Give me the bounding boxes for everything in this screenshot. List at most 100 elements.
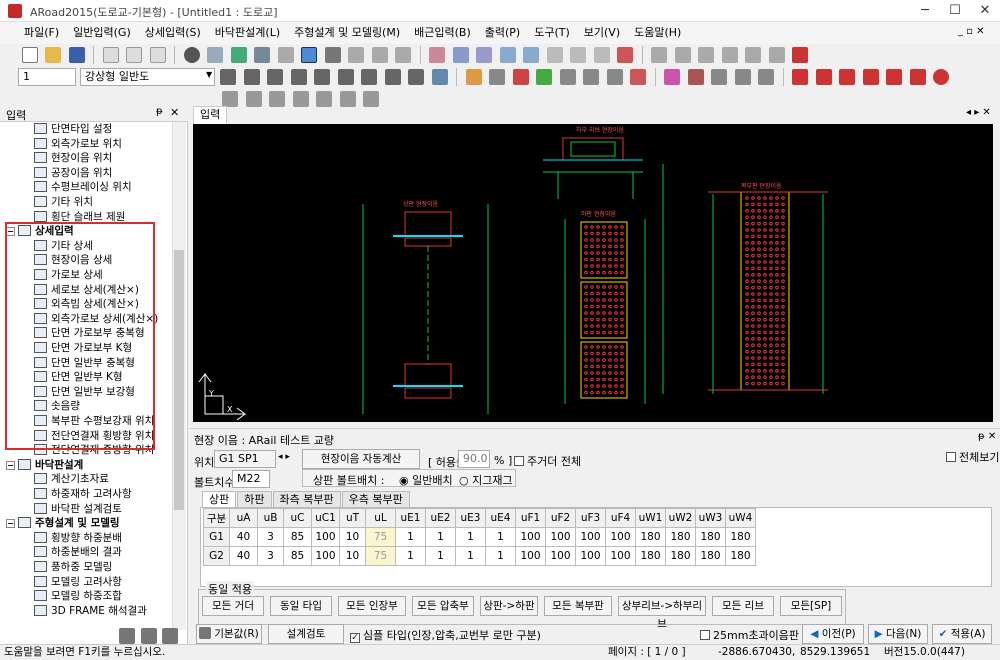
tree-item[interactable]: 하중재하 고려사항 (34, 487, 132, 502)
tab-right-web[interactable]: 우측 복부판 (341, 491, 410, 507)
menu-deck-design[interactable]: 바닥판설계(L) (208, 22, 287, 44)
tree-item[interactable]: 횡방향 하중분배 (34, 531, 122, 546)
snap-d-icon[interactable] (862, 69, 879, 85)
property-icon[interactable] (698, 47, 714, 63)
tree-item[interactable]: 단면타입 설정 (34, 122, 112, 137)
table-cell[interactable]: 1 (395, 527, 426, 547)
table-cell[interactable]: 180 (635, 546, 666, 566)
layer-icon[interactable] (674, 47, 691, 63)
menu-view[interactable]: 보기(V) (577, 22, 627, 44)
tool-a-icon[interactable] (465, 69, 482, 85)
design-check-button[interactable]: 설계검토 (268, 624, 344, 644)
snap-e-icon[interactable] (886, 69, 902, 85)
same-apply-button[interactable]: 상판->하판 (480, 596, 538, 616)
table-cell[interactable]: 100 (605, 527, 636, 547)
tool-h-icon[interactable] (630, 69, 646, 85)
tree-item[interactable]: 외측가로보 위치 (34, 137, 122, 152)
tree-item[interactable]: 계산기초자료 (34, 472, 109, 487)
auto-calc-button[interactable]: 현장이음 자동계산 (302, 449, 420, 469)
text-icon[interactable] (768, 47, 785, 63)
open-folder-icon[interactable] (45, 47, 61, 63)
table-cell[interactable]: 100 (605, 546, 636, 566)
tool-l-icon[interactable] (734, 69, 751, 85)
print-preview-icon[interactable] (220, 69, 236, 85)
bolt-size-select[interactable]: M22 (232, 470, 270, 488)
tree-item[interactable]: 수평브레이싱 위치 (34, 180, 132, 195)
output-icon[interactable] (371, 47, 388, 63)
next-page-icon[interactable] (361, 69, 377, 85)
tool-j-icon[interactable] (687, 69, 704, 85)
grid-icon[interactable] (207, 47, 223, 63)
tree-item[interactable]: − 바닥판설계 (6, 458, 83, 473)
table-cell[interactable]: 100 (515, 527, 546, 547)
prev-page-icon[interactable] (267, 69, 283, 85)
over25-check[interactable]: 25mm초과이음판 분 (700, 627, 800, 643)
extra-b-icon[interactable] (245, 91, 262, 107)
copy-icon[interactable] (126, 47, 142, 63)
snap-b-icon[interactable] (815, 69, 832, 85)
table-cell[interactable]: 1 (485, 546, 516, 566)
stop-icon[interactable] (314, 69, 330, 85)
menu-rebar-input[interactable]: 배근입력(B) (407, 22, 478, 44)
tree-item[interactable]: 모델링 하중조합 (34, 589, 122, 604)
tool-i-icon[interactable] (664, 69, 680, 85)
radio-zigzag[interactable]: ○ 지그재그 (459, 472, 513, 488)
extra-c-icon[interactable] (269, 91, 285, 107)
table-cell[interactable]: 100 (545, 527, 576, 547)
table-icon[interactable] (324, 47, 341, 63)
table-cell[interactable]: 180 (725, 527, 756, 547)
snap-a-icon[interactable] (792, 69, 808, 85)
save-icon[interactable] (68, 47, 85, 63)
table-cell[interactable]: 180 (665, 527, 696, 547)
table-cell[interactable]: 180 (695, 527, 726, 547)
tree-item[interactable]: − 주형설계 및 모델링 (6, 516, 120, 531)
next-button[interactable]: ▶ 다음(N) (868, 624, 928, 644)
tool-g-icon[interactable] (606, 69, 623, 85)
tool-b-icon[interactable] (489, 69, 505, 85)
table-cell[interactable]: 100 (575, 527, 606, 547)
position-select[interactable]: G1 SP1 (214, 450, 276, 468)
collapse-icon[interactable]: − (6, 519, 15, 529)
table-cell[interactable]: 85 (283, 527, 312, 547)
extra-f-icon[interactable] (339, 91, 356, 107)
end-icon[interactable] (408, 69, 424, 85)
snap-f-icon[interactable] (909, 69, 926, 85)
dimension-icon[interactable] (745, 47, 761, 63)
table-cell[interactable]: 100 (545, 546, 576, 566)
table-cell[interactable]: 75 (365, 546, 396, 566)
tree-item[interactable]: 풍하중 모델링 (34, 560, 112, 575)
tree-item[interactable]: 기타 위치 (34, 195, 93, 210)
zoom-window-icon[interactable] (476, 47, 492, 63)
menu-general-input[interactable]: 일반입력(G) (66, 22, 138, 44)
next-icon[interactable] (337, 69, 354, 85)
tool-m-icon[interactable] (758, 69, 774, 85)
menu-tools[interactable]: 도구(T) (527, 22, 577, 44)
tool-k-icon[interactable] (711, 69, 727, 85)
table-cell[interactable]: 100 (311, 546, 340, 566)
footer-b-icon[interactable] (140, 628, 157, 644)
tolerance-field[interactable]: 90.0 (458, 450, 490, 468)
table-cell[interactable]: 100 (515, 546, 546, 566)
table-cell[interactable]: 180 (695, 546, 726, 566)
mdi-controls[interactable]: _ ▫ ✕ (958, 26, 985, 37)
apply-button[interactable]: ✔ 적용(A) (932, 624, 992, 644)
tab-left-web[interactable]: 좌측 복부판 (272, 491, 341, 507)
default-button[interactable]: 기본값(R) (196, 624, 262, 644)
new-file-icon[interactable] (21, 47, 38, 63)
snap-g-icon[interactable] (933, 69, 949, 85)
table-cell[interactable]: 1 (425, 546, 456, 566)
table-cell[interactable]: 85 (283, 546, 312, 566)
section-select[interactable]: 강상형 일반도 (80, 68, 215, 86)
table-cell[interactable]: 3 (257, 527, 284, 547)
tree-scroll-thumb[interactable] (174, 250, 184, 510)
doc-tab-input[interactable]: 입력 (193, 106, 228, 124)
table-cell[interactable]: 1 (455, 527, 486, 547)
tool-e-icon[interactable] (559, 69, 576, 85)
zoom-realtime-icon[interactable] (570, 47, 586, 63)
color-icon[interactable] (617, 47, 633, 63)
cut-icon[interactable] (102, 47, 119, 63)
menu-help[interactable]: 도움말(H) (627, 22, 688, 44)
tab-upper[interactable]: 상판 (202, 491, 237, 507)
tool-d-icon[interactable] (536, 69, 552, 85)
prev-button[interactable]: ◀ 이전(P) (802, 624, 864, 644)
